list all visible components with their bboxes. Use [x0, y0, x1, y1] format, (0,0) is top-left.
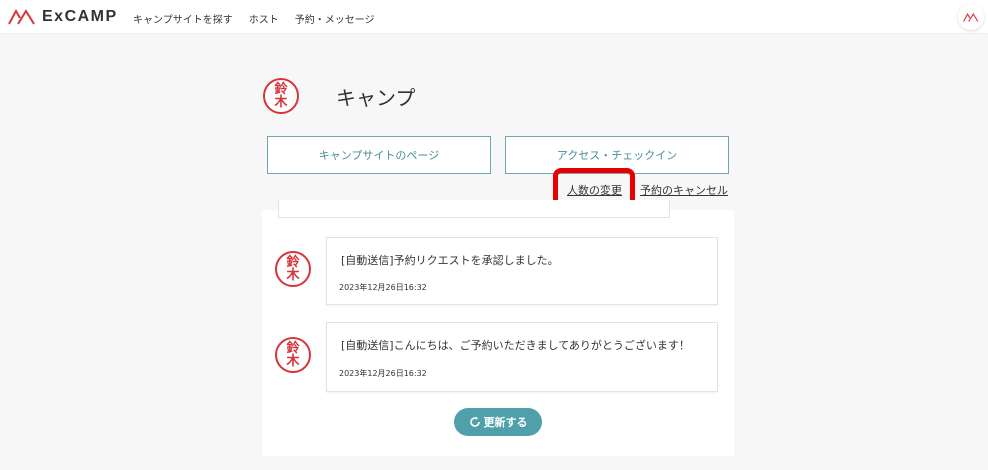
brand-logo[interactable]: ExCAMP: [8, 8, 118, 26]
refresh-icon: [469, 416, 480, 427]
message-text: [自動送信]こんにちは、ご予約いただきましてありがとうございます！: [341, 339, 690, 352]
message-bubble: [自動送信]こんにちは、ご予約いただきましてありがとうございます！ 2023年1…: [326, 322, 718, 392]
refresh-button[interactable]: 更新する: [454, 408, 542, 436]
seal-char: 木: [286, 354, 300, 369]
message-bubble: [自動送信]予約リクエストを承認しました。 2023年12月26日16:32: [326, 237, 718, 305]
top-navigation-bar: ExCAMP キャンプサイトを探す ホスト 予約・メッセージ: [0, 0, 988, 34]
mountain-logo-icon: [963, 12, 979, 22]
campsite-page-button[interactable]: キャンプサイトのページ: [267, 136, 491, 174]
nav-reservations-messages[interactable]: 予約・メッセージ: [295, 11, 375, 26]
seal-char: 木: [286, 268, 300, 283]
sender-avatar: 鈴 木: [275, 337, 311, 373]
brand-name: ExCAMP: [42, 8, 118, 25]
message-input-box[interactable]: [278, 200, 670, 218]
nav-host[interactable]: ホスト: [249, 11, 279, 26]
host-name: キャンプ: [336, 86, 416, 110]
nav-find-campsite[interactable]: キャンプサイトを探す: [133, 11, 233, 26]
main-nav: キャンプサイトを探す ホスト 予約・メッセージ: [133, 11, 375, 26]
host-avatar: 鈴 木: [263, 78, 299, 114]
cancel-reservation-link[interactable]: 予約のキャンセル: [640, 182, 728, 198]
user-menu-button[interactable]: [958, 4, 984, 30]
refresh-label: 更新する: [483, 417, 528, 429]
message-timestamp: 2023年12月26日16:32: [339, 369, 427, 378]
sender-avatar: 鈴 木: [275, 251, 311, 287]
message-text: [自動送信]予約リクエストを承認しました。: [341, 254, 559, 267]
seal-char: 木: [274, 95, 288, 110]
mountain-logo-icon: [8, 8, 35, 25]
message-timestamp: 2023年12月26日16:32: [339, 283, 427, 292]
